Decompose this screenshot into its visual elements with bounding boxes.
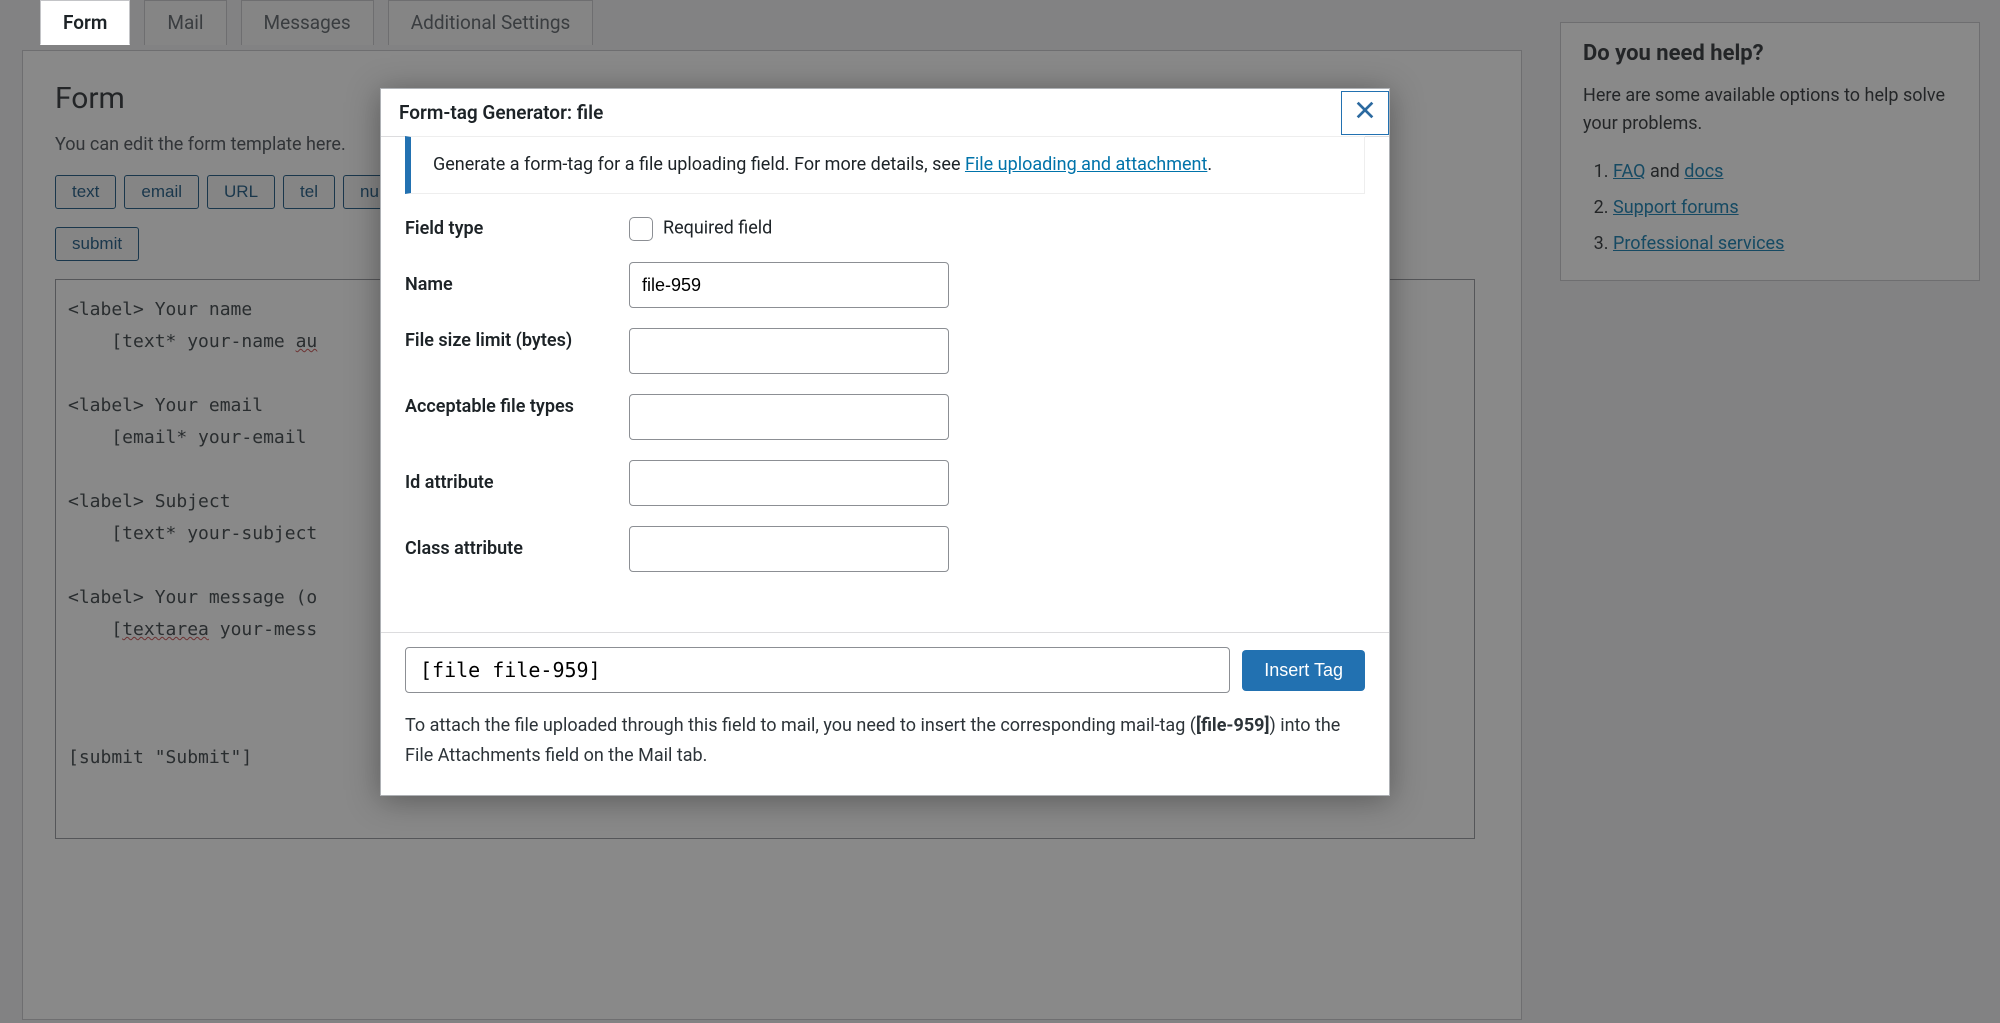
label-size-limit: File size limit (bytes) bbox=[405, 328, 629, 354]
form-tag-generator-modal: Form-tag Generator: file Generate a form… bbox=[380, 88, 1390, 796]
modal-body: Generate a form-tag for a file uploading… bbox=[381, 136, 1389, 632]
row-class-attr: Class attribute bbox=[405, 526, 1365, 572]
row-id-attr: Id attribute bbox=[405, 460, 1365, 506]
size-limit-input[interactable] bbox=[629, 328, 949, 374]
row-field-type: Field type Required field bbox=[405, 216, 1365, 242]
close-icon bbox=[1354, 99, 1376, 126]
modal-header: Form-tag Generator: file bbox=[381, 89, 1389, 137]
row-name: Name bbox=[405, 262, 1365, 308]
id-attr-input[interactable] bbox=[629, 460, 949, 506]
label-id-attr: Id attribute bbox=[405, 470, 629, 496]
modal-title: Form-tag Generator: file bbox=[399, 101, 603, 124]
modal-info-banner: Generate a form-tag for a file uploading… bbox=[405, 136, 1365, 194]
required-checkbox[interactable] bbox=[629, 217, 653, 241]
insert-tag-button[interactable]: Insert Tag bbox=[1242, 650, 1365, 691]
tab-form[interactable]: Form bbox=[40, 0, 130, 45]
name-input[interactable] bbox=[629, 262, 949, 308]
footer-note-mailtag: [file-959] bbox=[1196, 715, 1270, 736]
class-attr-input[interactable] bbox=[629, 526, 949, 572]
required-checkbox-label: Required field bbox=[663, 217, 772, 238]
label-class-attr: Class attribute bbox=[405, 536, 629, 562]
modal-close-button[interactable] bbox=[1341, 91, 1389, 135]
generated-tag-input[interactable] bbox=[405, 647, 1230, 693]
info-text-pre: Generate a form-tag for a file uploading… bbox=[433, 154, 965, 175]
footer-top-row: Insert Tag bbox=[405, 647, 1365, 693]
file-types-input[interactable] bbox=[629, 394, 949, 440]
row-file-types: Acceptable file types bbox=[405, 394, 1365, 440]
info-text-post: . bbox=[1207, 154, 1212, 175]
footer-note-pre: To attach the file uploaded through this… bbox=[405, 715, 1196, 736]
row-size-limit: File size limit (bytes) bbox=[405, 328, 1365, 374]
modal-field-rows: Field type Required field Name File size… bbox=[381, 194, 1389, 632]
label-name: Name bbox=[405, 272, 629, 298]
label-file-types: Acceptable file types bbox=[405, 394, 629, 420]
modal-footer: Insert Tag To attach the file uploaded t… bbox=[381, 632, 1389, 795]
label-field-type: Field type bbox=[405, 216, 629, 242]
file-upload-doc-link[interactable]: File uploading and attachment bbox=[965, 154, 1207, 175]
footer-note: To attach the file uploaded through this… bbox=[405, 711, 1365, 771]
